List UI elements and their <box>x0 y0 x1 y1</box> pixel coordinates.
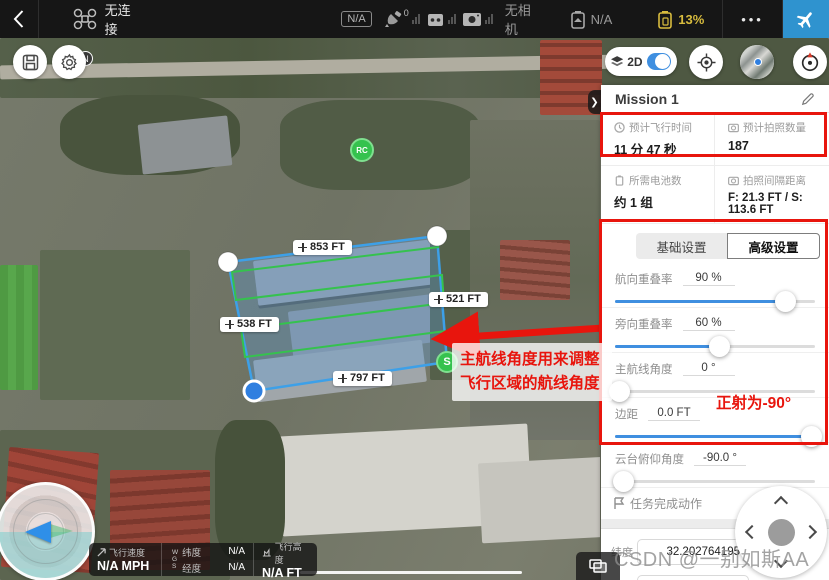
flag-icon <box>613 497 625 510</box>
toggle-knob <box>655 54 670 69</box>
gear-icon <box>60 53 79 72</box>
mission-title: Mission 1 <box>615 91 679 107</box>
rc-signal-bars-icon <box>448 14 456 24</box>
map-terrain <box>138 115 233 174</box>
minimap-thumbnail <box>740 45 774 79</box>
satellite-count: 0 <box>404 8 409 18</box>
rc-battery-value: 13% <box>678 12 704 27</box>
battery-icon <box>614 175 625 186</box>
panel-collapse-handle[interactable]: ❯ <box>588 90 601 114</box>
flight-mode-badge: N/A <box>341 11 371 27</box>
annotation-box-stats <box>600 112 827 157</box>
dpad-center-button[interactable] <box>768 519 795 546</box>
minimap-button[interactable] <box>740 45 774 79</box>
divider <box>38 0 39 38</box>
back-button[interactable] <box>0 0 38 38</box>
slider-knob[interactable] <box>613 471 634 492</box>
drone-icon <box>73 8 97 30</box>
chevron-right-icon: ❯ <box>590 97 598 108</box>
camera-signal-bars-icon <box>485 14 493 24</box>
layers-stack-icon <box>588 558 608 574</box>
annotation-box-sliders <box>599 219 828 445</box>
longitude-input[interactable] <box>637 575 749 580</box>
stat-photo-interval: 拍照间隔距离 F: 21.3 FT / S: 113.6 FT <box>715 166 829 224</box>
aircraft-battery-icon <box>570 10 586 29</box>
telemetry-altitude: 飞行高度 N/A FT <box>253 543 317 576</box>
wgs-label: WGS <box>170 546 178 573</box>
move-cross-icon <box>298 243 307 252</box>
mission-header: Mission 1 <box>601 85 829 113</box>
move-cross-icon <box>225 320 234 329</box>
speed-arrow-icon <box>97 548 106 557</box>
map-mode-label: 2D <box>627 55 642 69</box>
settings-button[interactable] <box>52 45 86 79</box>
telemetry-position: WGS 纬度N/A 经度N/A <box>161 543 253 576</box>
status-bar: 无连接 N/A 0 无相机 N/A 13% ••• <box>0 0 829 38</box>
edge-distance-label: 853 FT <box>293 240 352 255</box>
aircraft-heading-arrow <box>25 521 51 543</box>
rc-battery-icon <box>657 10 673 29</box>
2d-toggle-switch[interactable] <box>647 53 671 70</box>
stat-batteries-needed: 所需电池数 约 1 组 <box>601 166 715 224</box>
annotation-route-angle-note: 主航线角度用来调整 飞行区域的航线角度 <box>452 343 612 401</box>
aircraft-battery-value: N/A <box>591 12 613 27</box>
nudge-right-button[interactable] <box>803 525 817 539</box>
gimbal-pitch-value[interactable]: -90.0 ° <box>694 452 746 466</box>
map-terrain <box>478 457 612 544</box>
remote-controller-icon <box>426 11 445 28</box>
edge-distance-label: 797 FT <box>333 371 392 386</box>
airplane-icon <box>795 8 817 30</box>
camera-signal-icon <box>462 11 482 27</box>
telemetry-speed: 飞行速度 N/A MPH <box>89 543 161 576</box>
slider-gimbal-pitch: 云台俯仰角度-90.0 ° <box>601 443 829 488</box>
edge-distance-label: 521 FT <box>429 292 488 307</box>
back-chevron-icon <box>13 10 24 28</box>
nudge-left-button[interactable] <box>745 525 759 539</box>
camera-status: 无相机 <box>505 0 542 38</box>
locate-me-button[interactable] <box>689 45 723 79</box>
crosshair-icon <box>697 53 716 72</box>
map-scale-bar <box>300 571 522 574</box>
map-terrain <box>500 240 570 300</box>
watermark: CSDN @一别如斯AA <box>614 543 829 572</box>
compass-reset-button[interactable] <box>793 45 827 79</box>
camera-icon <box>728 175 739 186</box>
telemetry-bar: 飞行速度 N/A MPH WGS 纬度N/A 经度N/A 飞行高度 N/A FT <box>89 543 317 576</box>
longitude-row: 经度 <box>611 575 829 580</box>
map-terrain <box>40 250 190 400</box>
takeoff-button[interactable] <box>783 0 829 38</box>
map-terrain <box>0 265 38 390</box>
compass-north-icon <box>799 51 821 73</box>
layers-icon <box>611 55 623 68</box>
gimbal-pitch-slider[interactable] <box>615 480 815 483</box>
attitude-compass <box>0 482 95 580</box>
connection-status: 无连接 <box>105 0 142 38</box>
satellite-icon <box>384 10 404 28</box>
gps-signal-bars-icon <box>412 14 420 24</box>
edge-distance-label: 538 FT <box>220 317 279 332</box>
map-mode-toggle[interactable]: 2D <box>605 47 677 76</box>
move-cross-icon <box>434 295 443 304</box>
more-menu-button[interactable]: ••• <box>723 12 782 27</box>
move-cross-icon <box>338 374 347 383</box>
rc-location-marker: RC <box>350 138 374 162</box>
annotation-ortho-note: 正射为-90° <box>716 391 791 413</box>
save-mission-button[interactable] <box>13 45 47 79</box>
nudge-up-button[interactable] <box>774 496 788 510</box>
altitude-icon <box>262 548 272 557</box>
edit-pencil-icon[interactable] <box>801 92 815 106</box>
save-icon <box>22 54 39 71</box>
app-window: 853 FT 521 FT 538 FT 797 FT S RC 无连接 N/A… <box>0 0 829 580</box>
map-terrain <box>280 100 480 190</box>
